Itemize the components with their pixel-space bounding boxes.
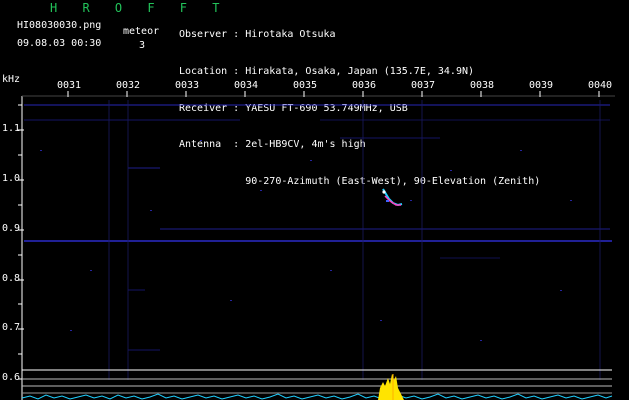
carrier-lines bbox=[24, 104, 612, 351]
meteor-peak bbox=[378, 374, 404, 400]
noise-columns bbox=[108, 100, 601, 380]
power-trace bbox=[21, 393, 613, 400]
power-reference-lines bbox=[22, 369, 612, 394]
y-tick-marks bbox=[18, 104, 24, 380]
meteor-echo bbox=[382, 188, 403, 207]
spectrogram-plot bbox=[18, 91, 615, 400]
